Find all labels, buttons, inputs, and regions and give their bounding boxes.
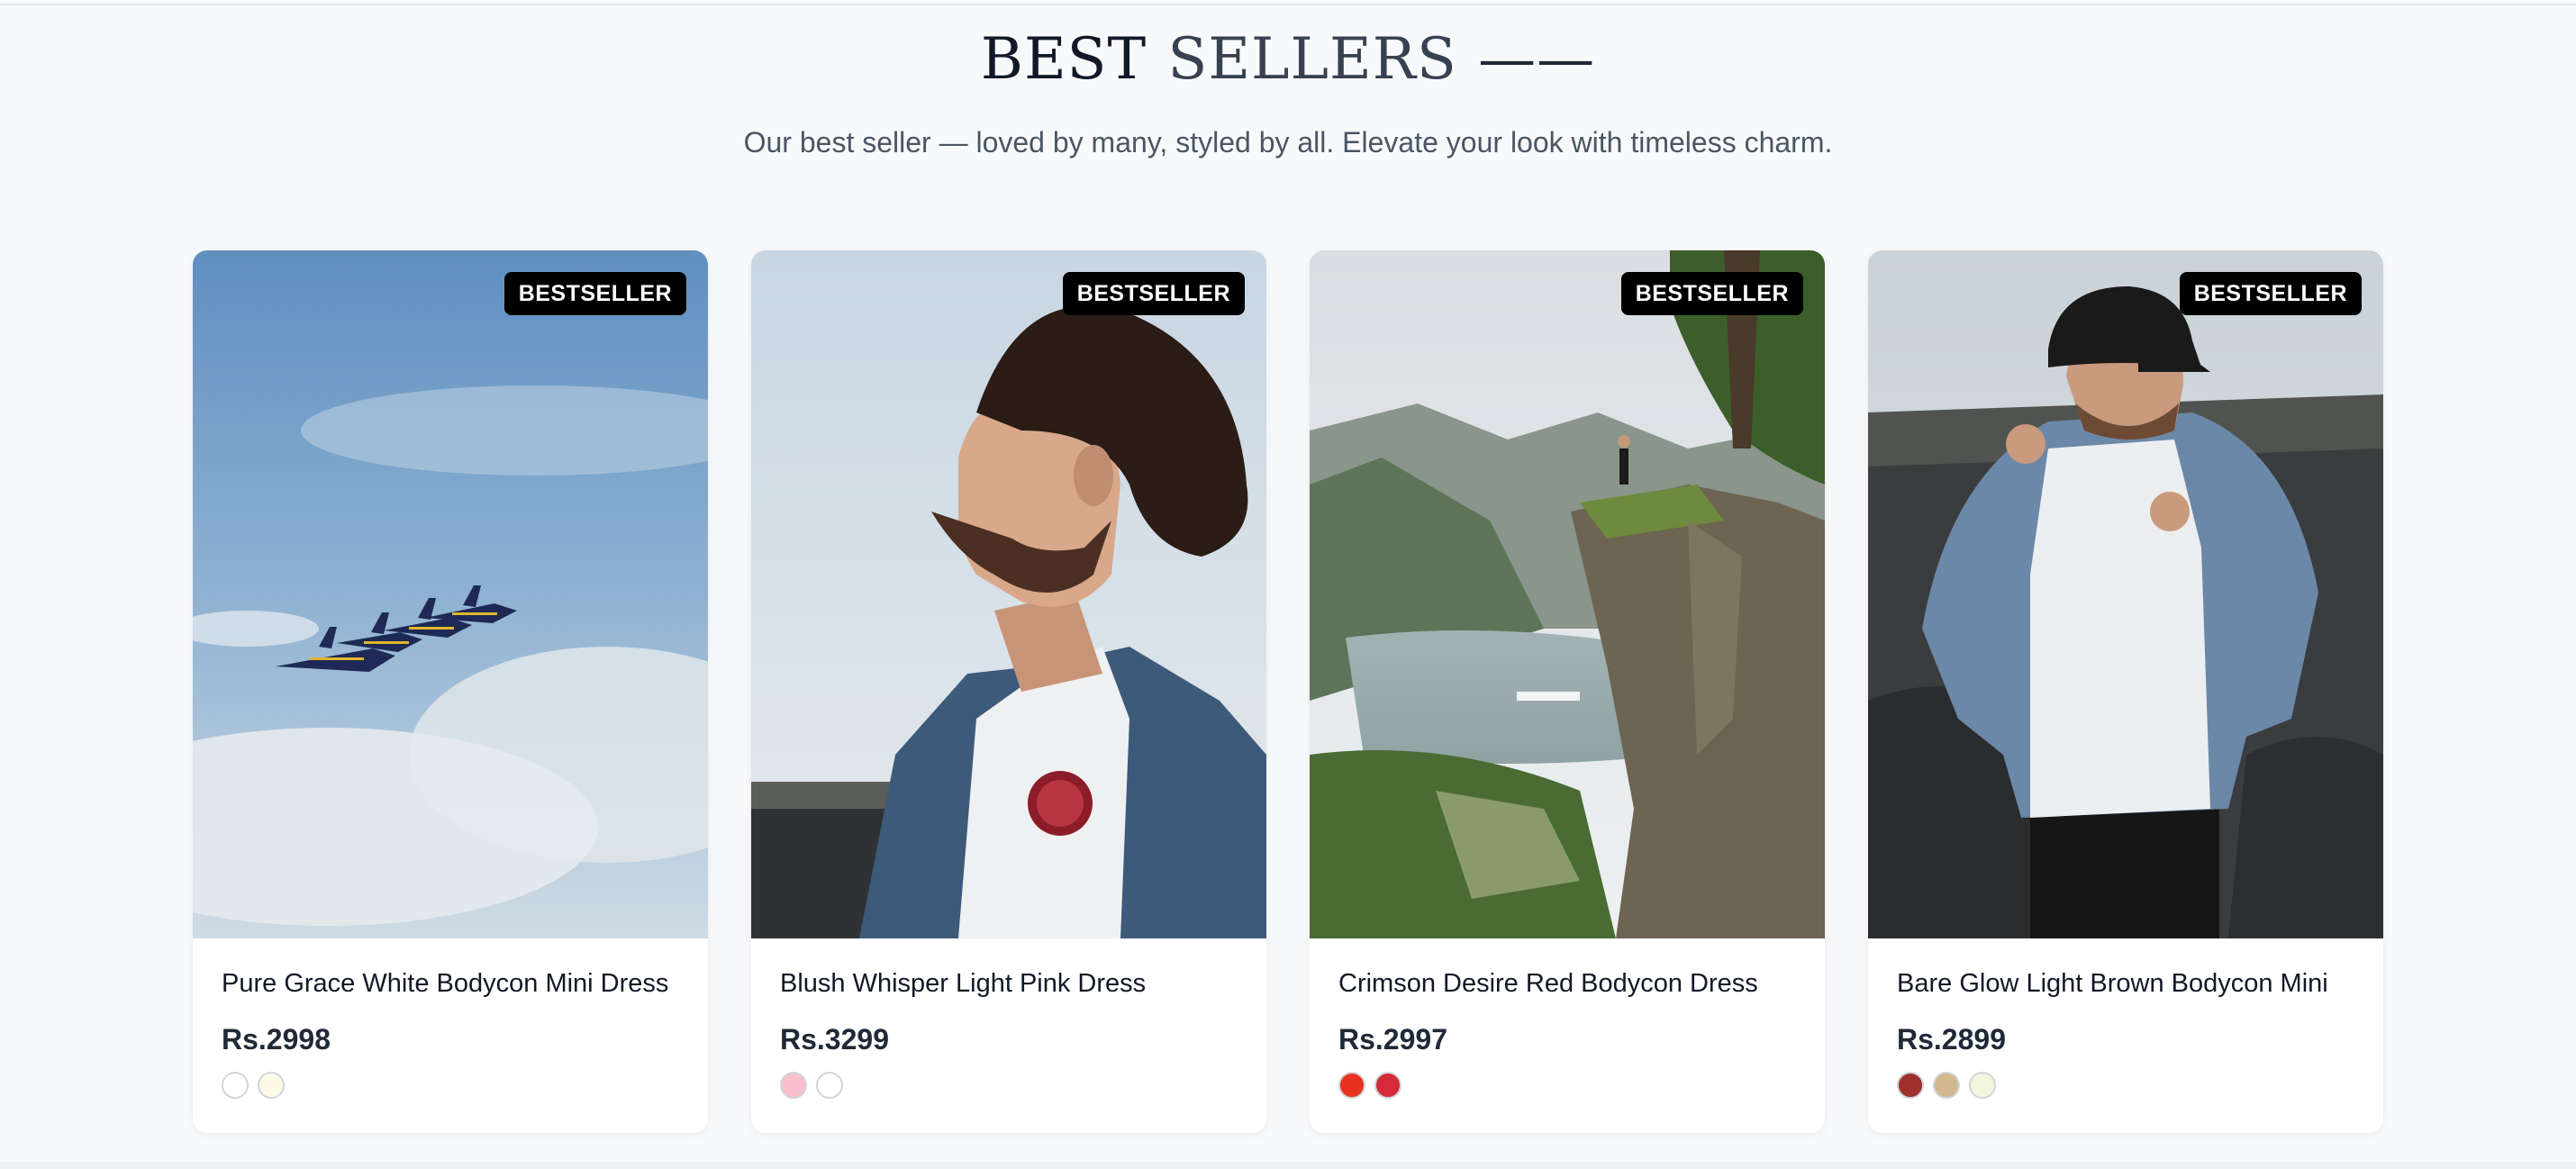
product-price: Rs.3299 <box>780 1023 889 1056</box>
product-price: Rs.2997 <box>1338 1023 1447 1056</box>
product-info: Bare Glow Light Brown Bodycon Mini Rs.28… <box>1868 938 2383 1099</box>
product-card[interactable]: BESTSELLER Pure Grace White Bodycon Mini… <box>193 250 708 1133</box>
color-swatches <box>222 1072 679 1099</box>
color-swatch[interactable] <box>1969 1072 1996 1099</box>
title-dash: —— <box>1478 26 1596 93</box>
product-grid: BESTSELLER Pure Grace White Bodycon Mini… <box>193 250 2383 1133</box>
color-swatch[interactable] <box>1374 1072 1401 1099</box>
section-title: BEST SELLERS —— <box>0 27 2576 92</box>
section-subtitle: Our best seller — loved by many, styled … <box>743 126 1833 159</box>
color-swatch[interactable] <box>1338 1072 1365 1099</box>
product-image-man-profile[interactable]: BESTSELLER <box>751 250 1266 938</box>
top-divider <box>0 0 2576 5</box>
color-swatch[interactable] <box>780 1072 807 1099</box>
bestseller-badge: BESTSELLER <box>2179 272 2362 315</box>
product-card[interactable]: BESTSELLER Blush Whisper Light Pink Dres… <box>751 250 1266 1133</box>
man-profile-image <box>751 250 1266 938</box>
product-info: Pure Grace White Bodycon Mini Dress Rs.2… <box>193 938 708 1099</box>
product-card[interactable]: BESTSELLER Crimson Desire Red Bodycon Dr… <box>1310 250 1825 1133</box>
product-card[interactable]: BESTSELLER Bare Glow Light Brown Bodycon… <box>1868 250 2383 1133</box>
bottom-edge <box>0 1162 2576 1169</box>
product-name[interactable]: Bare Glow Light Brown Bodycon Mini <box>1897 967 2354 1000</box>
product-info: Blush Whisper Light Pink Dress Rs.3299 <box>751 938 1266 1099</box>
jets-in-sky-image <box>193 250 708 938</box>
color-swatch[interactable] <box>222 1072 249 1099</box>
bestseller-badge: BESTSELLER <box>1620 272 1803 315</box>
color-swatch[interactable] <box>258 1072 285 1099</box>
product-image-cliff-fjord[interactable]: BESTSELLER <box>1310 250 1825 938</box>
product-image-jets[interactable]: BESTSELLER <box>193 250 708 938</box>
cliff-fjord-image <box>1310 250 1825 938</box>
color-swatch[interactable] <box>1897 1072 1924 1099</box>
product-price: Rs.2998 <box>222 1023 331 1056</box>
product-info: Crimson Desire Red Bodycon Dress Rs.2997 <box>1310 938 1825 1099</box>
color-swatches <box>1338 1072 1796 1099</box>
product-price: Rs.2899 <box>1897 1023 2006 1056</box>
color-swatch[interactable] <box>1933 1072 1960 1099</box>
title-word-best: BEST <box>980 26 1147 93</box>
color-swatches <box>1897 1072 2354 1099</box>
title-word-sellers: SELLERS <box>1167 26 1457 93</box>
product-name[interactable]: Pure Grace White Bodycon Mini Dress <box>222 967 679 1000</box>
bestseller-badge: BESTSELLER <box>503 272 686 315</box>
bestsellers-section: BEST SELLERS —— Our best seller — loved … <box>0 0 2576 1169</box>
color-swatches <box>780 1072 1238 1099</box>
product-name[interactable]: Blush Whisper Light Pink Dress <box>780 967 1238 1000</box>
product-name[interactable]: Crimson Desire Red Bodycon Dress <box>1338 967 1796 1000</box>
bestseller-badge: BESTSELLER <box>1062 272 1245 315</box>
man-cap-image <box>1868 250 2383 938</box>
color-swatch[interactable] <box>816 1072 843 1099</box>
product-image-man-cap[interactable]: BESTSELLER <box>1868 250 2383 938</box>
